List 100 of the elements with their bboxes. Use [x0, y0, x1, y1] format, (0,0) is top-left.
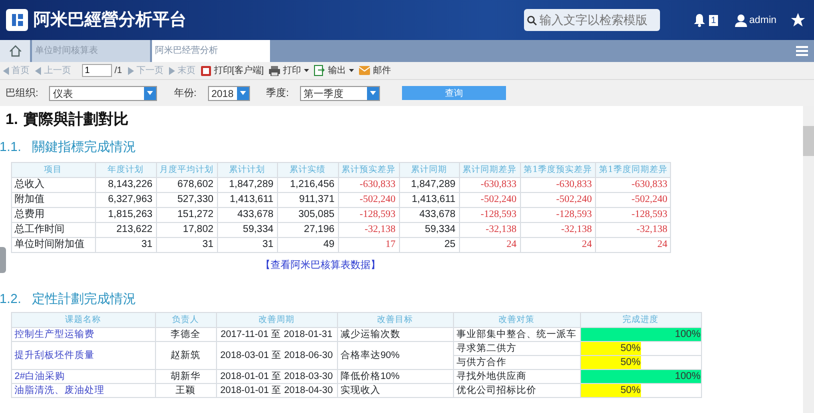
project-link[interactable]: 2#白油采购	[11, 369, 155, 383]
table-cell: 31	[217, 237, 277, 252]
export-icon	[314, 65, 326, 76]
bell-icon	[693, 13, 706, 27]
table-cell: -630,833	[338, 177, 399, 192]
table-cell: 王颖	[155, 383, 216, 397]
column-header: 累计预实差异	[338, 162, 399, 178]
home-tab[interactable]	[0, 40, 30, 62]
table-cell: 单位时间附加值	[11, 237, 95, 252]
table-cell: 降低价格10%	[337, 369, 453, 383]
mail-icon	[359, 66, 370, 75]
table-cell: 678,602	[156, 177, 217, 192]
project-link[interactable]: 提升刮板坯件质量	[11, 341, 155, 369]
progress-bar: 50%	[581, 342, 640, 354]
column-header: 改善周期	[216, 312, 337, 327]
column-header: 累计实绩	[277, 162, 338, 178]
star-icon	[790, 13, 804, 27]
table-cell: 赵新筑	[155, 341, 216, 369]
page-heading: 實際與計劃對比	[24, 110, 129, 130]
printer-icon	[269, 66, 280, 76]
data-link[interactable]: 【查看阿米巴核算表数据】	[260, 258, 380, 274]
table-cell: 总费用	[11, 207, 95, 222]
table-cell: 总工作时间	[11, 222, 95, 238]
table-cell: 2017-11-01 至 2018-01-31	[216, 327, 337, 341]
table-cell: 59,334	[399, 222, 459, 238]
table-cell: 31	[156, 237, 217, 252]
column-header: 月度平均计划	[156, 162, 217, 178]
arrow-right-icon	[128, 66, 134, 74]
project-link[interactable]: 油脂清洗、废油处理	[11, 383, 155, 397]
table-cell: 433,678	[399, 207, 459, 222]
table-cell: 总收入	[11, 177, 95, 192]
progress-bar: 100%	[581, 328, 700, 340]
user-icon	[734, 14, 746, 26]
table-cell: -128,593	[520, 207, 596, 222]
table-cell: -128,593	[459, 207, 520, 222]
column-header: 改善目标	[337, 312, 453, 327]
caret-icon	[348, 69, 354, 72]
search-icon	[526, 14, 537, 26]
page-input[interactable]: 1	[82, 64, 112, 77]
app-title: 阿米巴經營分析平台	[34, 9, 186, 32]
collapse-handle[interactable]	[0, 246, 6, 272]
progress-bar: 100%	[581, 370, 700, 382]
arrow-left-icon	[35, 66, 41, 74]
table-cell: 25	[399, 237, 459, 252]
table-cell: 527,330	[156, 192, 217, 208]
scrollbar[interactable]	[803, 106, 814, 413]
table-cell: 胡新华	[155, 369, 216, 383]
project-link[interactable]: 控制生产型运输费	[11, 327, 155, 341]
table-cell: 27,196	[277, 222, 338, 238]
column-header: 累计计划	[217, 162, 277, 178]
notification-badge: 1	[708, 14, 718, 26]
table-cell: 李德全	[155, 327, 216, 341]
arrow-right-icon	[168, 66, 175, 74]
section-title: 關鍵指標完成情況	[32, 138, 136, 156]
table-cell: 1,815,263	[95, 207, 156, 222]
table-cell: 24	[520, 237, 596, 252]
filter-label: 季度:	[266, 86, 289, 100]
table-cell: 寻求第二供方	[453, 341, 580, 355]
table-cell: 31	[95, 237, 156, 252]
select-field[interactable]: 仪表	[49, 86, 158, 100]
table-cell: 1,216,456	[277, 177, 338, 192]
table-cell: 17	[338, 237, 399, 252]
table-cell: 1,413,611	[217, 192, 277, 208]
table-cell: -32,138	[520, 222, 596, 238]
toolbar-button[interactable]: 输出	[328, 64, 346, 78]
arrow-left-icon	[2, 66, 9, 74]
table-cell: 1,847,289	[217, 177, 277, 192]
progress-bar: 50%	[581, 384, 640, 396]
toolbar-button[interactable]: 打印[客户端]	[214, 64, 264, 78]
table-cell: 合格率达90%	[337, 341, 453, 369]
table-cell: 优化公司招标比价	[453, 383, 580, 397]
table-cell: 1,847,289	[399, 177, 459, 192]
table-cell: -502,240	[459, 192, 520, 208]
table-cell: 2018-01-01 至 2018-04-30	[216, 383, 337, 397]
table-cell: -128,593	[338, 207, 399, 222]
dropdown-icon	[370, 91, 376, 95]
table-cell: 1,413,611	[399, 192, 459, 208]
select-field[interactable]: 第一季度	[300, 86, 380, 100]
search-field[interactable]: 输入文字以检索模版	[524, 9, 660, 31]
toolbar-button[interactable]: 邮件	[373, 64, 392, 78]
section-number: 1.2.	[0, 290, 22, 308]
table-cell: -32,138	[595, 222, 671, 238]
username[interactable]: admin	[749, 12, 776, 28]
table-cell: 减少运输次数	[337, 327, 453, 341]
table-cell: 433,678	[217, 207, 277, 222]
column-header: 第1季度预实差异	[520, 162, 596, 178]
table-cell: 寻找外地供应商	[453, 369, 580, 383]
filter-label: 年份:	[174, 86, 197, 100]
column-header: 负责人	[155, 312, 216, 327]
select-field[interactable]: 2018	[208, 86, 250, 100]
caret-icon	[304, 69, 309, 72]
table-cell: -502,240	[338, 192, 399, 208]
table-cell: -502,240	[520, 192, 596, 208]
toolbar-button[interactable]: 打印	[283, 64, 302, 78]
table-cell: 151,272	[156, 207, 217, 222]
pdf-icon	[201, 66, 212, 76]
dropdown-icon	[240, 91, 246, 95]
heading-number: 1.	[6, 110, 18, 130]
table-cell: 911,371	[277, 192, 338, 208]
dropdown-icon	[147, 91, 154, 95]
